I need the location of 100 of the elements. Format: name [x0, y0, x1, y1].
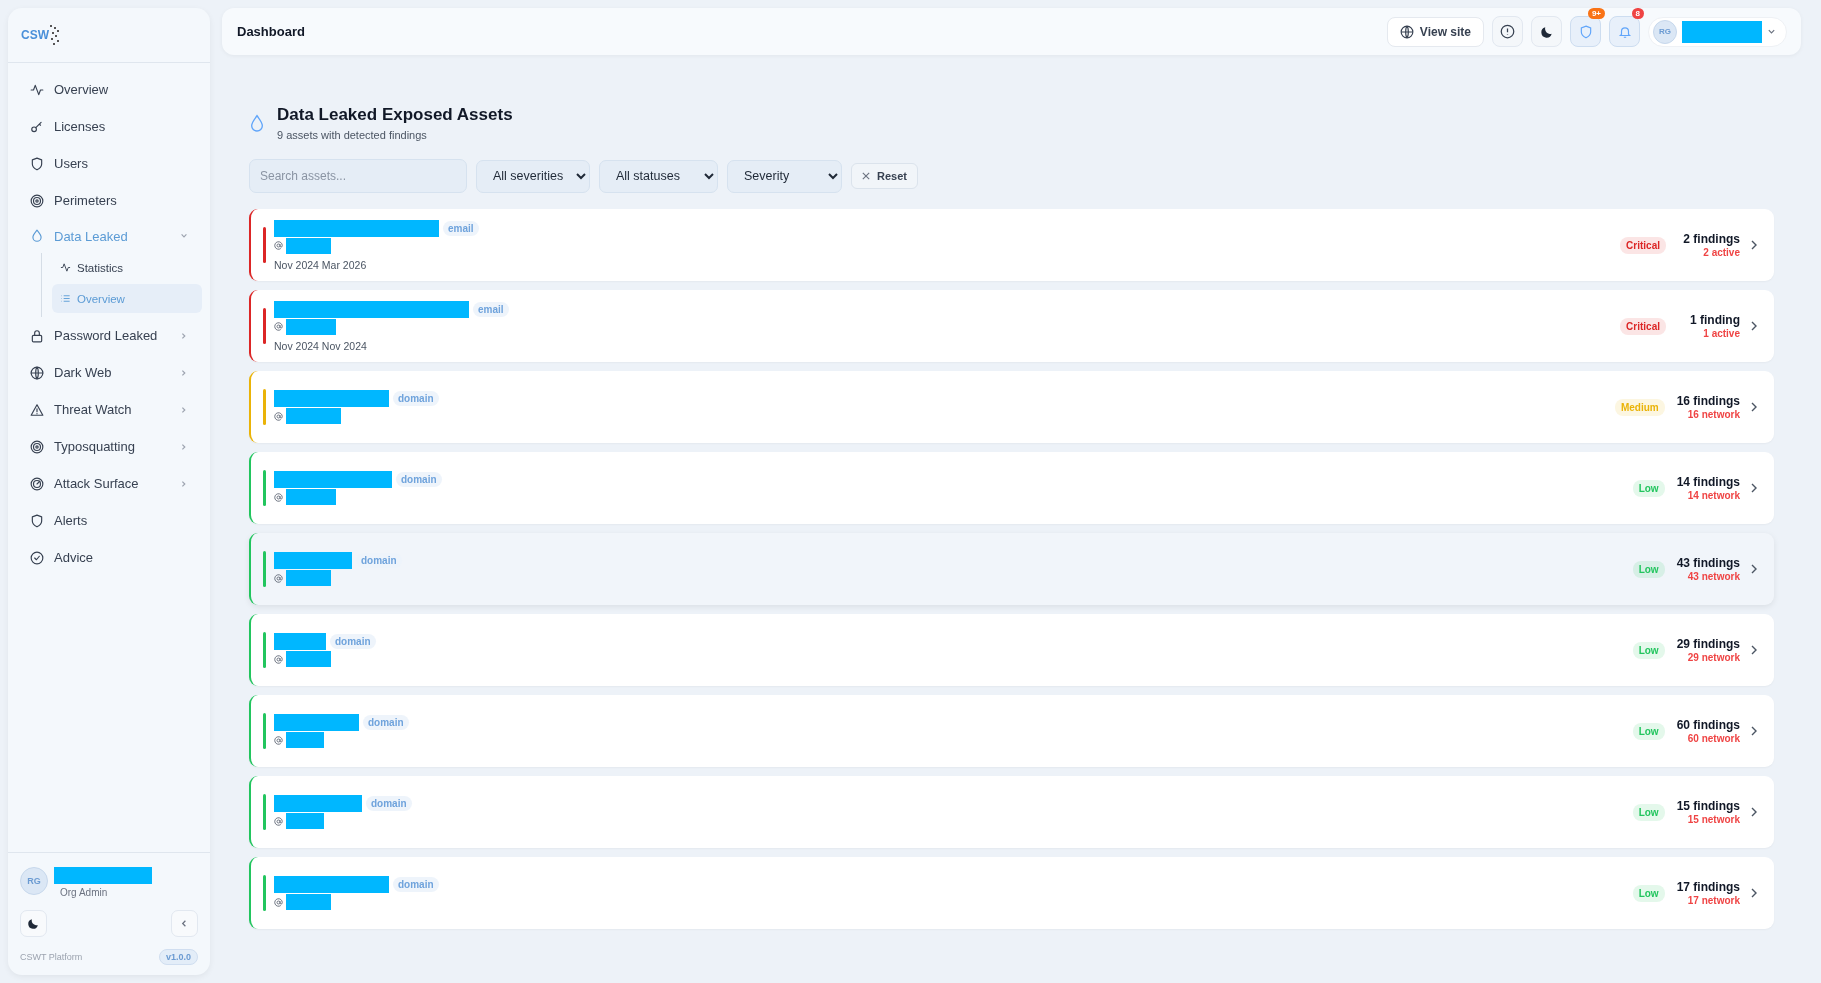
nav-item[interactable]: Users [16, 145, 202, 182]
findings-detail: 14 network [1687, 490, 1740, 501]
findings-count: 29 findings [1676, 637, 1740, 651]
page-title: Dashboard [237, 24, 305, 39]
filter-dropdown[interactable]: All statuses [599, 159, 718, 193]
chevron-icon [180, 331, 188, 340]
findings-count: 2 findings [1683, 232, 1740, 246]
asset-type-tag: email [473, 301, 509, 317]
redaction-block [286, 651, 331, 667]
info-icon [1500, 24, 1515, 39]
asset-row[interactable]: email Nov 2024 Mar 2026 Critical 2 findings 2 active [249, 209, 1774, 281]
severity-badge: Critical [1620, 317, 1666, 335]
chevron-icon [180, 479, 188, 488]
nav-item[interactable]: Threat Watch [16, 391, 202, 428]
asset-type-tag: email [443, 220, 479, 236]
chevron-right-icon [1750, 321, 1758, 331]
warning-icon [30, 402, 44, 417]
shield-button[interactable] [1570, 16, 1601, 47]
close-icon [862, 172, 870, 180]
notification-badge: 8 [1631, 8, 1644, 19]
severity-badge: Medium [1614, 398, 1665, 416]
findings-count: 14 findings [1676, 475, 1740, 489]
findings-detail: 17 network [1687, 895, 1740, 906]
target-icon [30, 193, 44, 208]
findings-count: 16 findings [1676, 394, 1740, 408]
severity-badge: Low [1632, 884, 1665, 902]
chevron-right-icon [1750, 240, 1758, 250]
info-button[interactable] [1492, 16, 1523, 47]
chevron-icon [180, 405, 188, 414]
asset-row[interactable]: domain Low 43 findings 43 network [249, 533, 1774, 605]
chevron-right-icon [1750, 402, 1758, 412]
list-icon [60, 293, 71, 304]
chevron-icon [180, 368, 188, 377]
theme-toggle-button[interactable] [20, 910, 47, 937]
key-icon [30, 119, 44, 134]
findings-count: 60 findings [1676, 718, 1740, 732]
asset-row[interactable]: domain Low 29 findings 29 network [249, 614, 1774, 686]
nav-item[interactable]: Perimeters [16, 182, 202, 219]
check-icon [30, 550, 44, 565]
notification-badge: 9+ [1587, 8, 1605, 19]
at-sign-icon [274, 241, 283, 250]
logo-text: CSW [21, 28, 49, 42]
globe-icon [1399, 24, 1414, 39]
chevron-icon [180, 232, 188, 240]
asset-type-tag: domain [393, 391, 439, 406]
findings-detail: 2 active [1703, 247, 1740, 258]
at-sign-icon [274, 492, 283, 502]
pulse-icon [30, 82, 44, 97]
severity-badge: Low [1632, 479, 1665, 497]
severity-badge: Low [1632, 722, 1665, 740]
nav-item[interactable]: Dark Web [16, 354, 202, 391]
filter-dropdown[interactable]: All severities [476, 159, 590, 193]
findings-detail: 43 network [1687, 571, 1740, 582]
asset-type-tag: domain [366, 796, 412, 811]
submenu-item[interactable]: Statistics [52, 253, 202, 282]
at-sign-icon [274, 573, 283, 583]
asset-type-tag: domain [330, 634, 376, 649]
nav-item[interactable]: Attack Surface [16, 465, 202, 502]
severity-badge: Critical [1620, 236, 1666, 254]
asset-row[interactable]: domain Low 14 findings 14 network [249, 452, 1774, 524]
bell-icon [1617, 24, 1632, 39]
findings-count: 17 findings [1676, 880, 1740, 894]
findings-detail: 60 network [1687, 733, 1740, 744]
asset-type-tag: domain [363, 715, 409, 730]
user-role: Org Admin [59, 887, 109, 898]
logo-pattern-icon [49, 23, 61, 47]
radar-icon [30, 476, 44, 491]
reset-button[interactable]: Reset [851, 163, 918, 189]
shield-icon [1578, 24, 1593, 39]
search-field[interactable]: Search assets... [249, 159, 467, 193]
theme-toggle-button[interactable] [1531, 16, 1562, 47]
user-avatar: RG [1653, 19, 1677, 44]
asset-row[interactable]: email Nov 2024 Nov 2024 Critical 1 finding 1 active [249, 290, 1774, 362]
asset-type-tag: domain [396, 472, 442, 487]
filter-dropdown[interactable]: Severity [727, 159, 842, 193]
nav-item[interactable]: Licenses [16, 108, 202, 145]
nav-item[interactable]: Password Leaked [16, 317, 202, 354]
moon-icon [27, 917, 40, 930]
nav-item[interactable]: Overview [16, 71, 202, 108]
nav-item[interactable]: Alerts [16, 502, 202, 539]
at-sign-icon [274, 411, 283, 421]
nav-item[interactable]: Advice [16, 539, 202, 576]
findings-detail: 29 network [1687, 652, 1740, 663]
asset-type-tag: domain [393, 877, 439, 892]
view-site-button[interactable]: View site [1386, 16, 1484, 47]
nav-item[interactable]: Typosquatting [16, 428, 202, 465]
findings-count: 43 findings [1676, 556, 1740, 570]
asset-row[interactable]: domain Low 15 findings 15 network [249, 776, 1774, 848]
asset-row[interactable]: domain Low 60 findings 60 network [249, 695, 1774, 767]
lock-icon [30, 328, 44, 343]
chevron-right-icon [1750, 807, 1758, 817]
version-badge: v1.0.0 [158, 949, 198, 965]
chevron-right-icon [1750, 726, 1758, 736]
asset-row[interactable]: domain Medium 16 findings 16 network [249, 371, 1774, 443]
pulse-icon [60, 262, 71, 273]
chevron-right-icon [1750, 483, 1758, 493]
globe-icon [30, 365, 44, 380]
date-range: Nov 2024 Mar 2026 [274, 258, 368, 271]
severity-badge: Low [1632, 803, 1665, 821]
asset-row[interactable]: domain Low 17 findings 17 network [249, 857, 1774, 929]
